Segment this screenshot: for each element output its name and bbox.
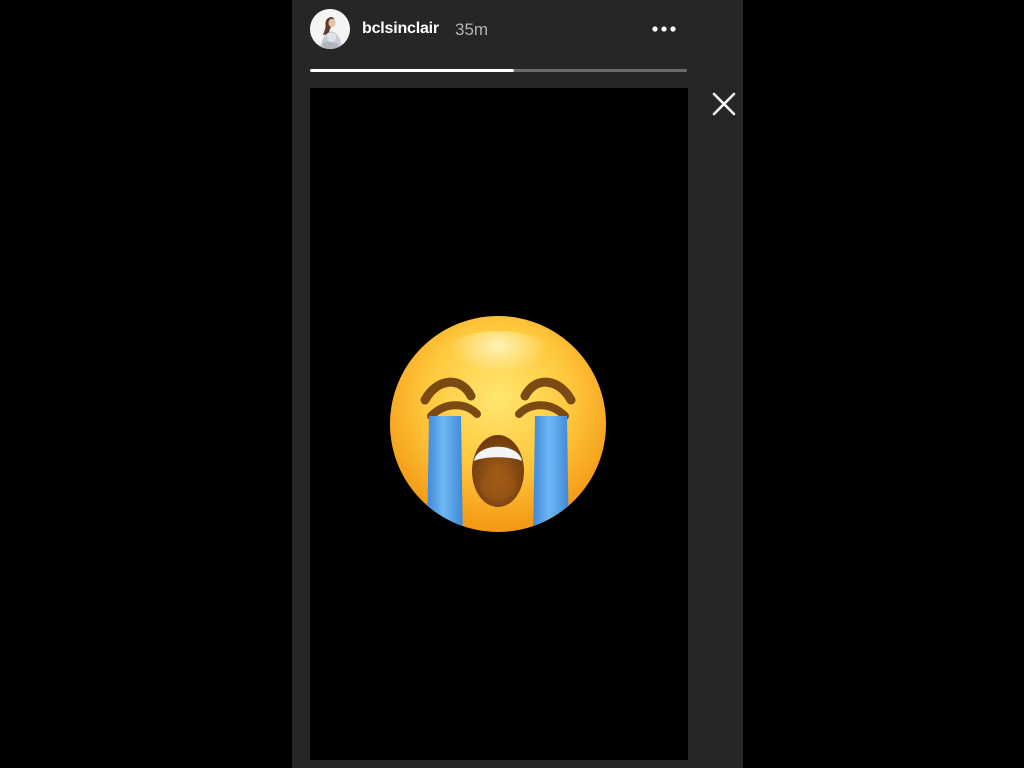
username[interactable]: bclsinclair — [362, 20, 439, 38]
crying-emoji-icon — [390, 316, 606, 532]
more-options-button[interactable] — [649, 17, 679, 41]
story-header: bclsinclair 35m — [310, 9, 690, 51]
avatar-image — [310, 9, 350, 49]
story-viewer-screen: bclsinclair 35m — [0, 0, 1024, 768]
close-button[interactable] — [711, 91, 737, 117]
story-media[interactable] — [310, 88, 688, 760]
avatar[interactable] — [310, 9, 350, 49]
more-horizontal-icon — [652, 26, 676, 32]
story-progress-bar — [310, 69, 687, 72]
story-panel: bclsinclair 35m — [292, 0, 743, 768]
close-icon — [712, 92, 736, 116]
story-progress-fill — [310, 69, 514, 72]
timestamp: 35m — [455, 20, 489, 39]
loudly-crying-face-emoji — [387, 316, 609, 538]
